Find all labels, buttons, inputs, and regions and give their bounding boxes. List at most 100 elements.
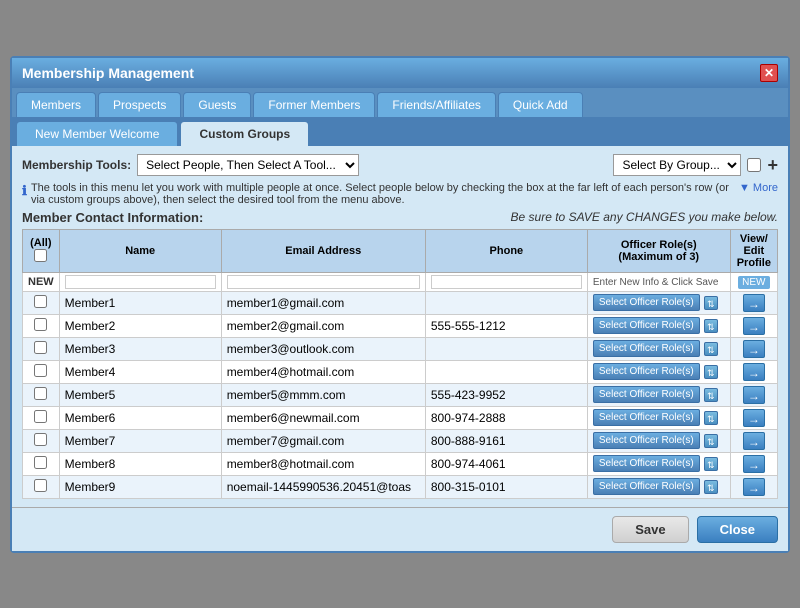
row-checkbox[interactable] <box>34 318 47 331</box>
new-phone-input[interactable] <box>431 275 582 289</box>
new-badge: NEW <box>738 276 769 289</box>
tab-members[interactable]: Members <box>16 92 96 117</box>
new-name-input-cell <box>59 272 221 291</box>
tab-prospects[interactable]: Prospects <box>98 92 181 117</box>
sort-icon[interactable]: ⇅ <box>704 480 718 494</box>
select-role-button[interactable]: Select Officer Role(s) <box>593 432 700 449</box>
table-row: Member2 member2@gmail.com 555-555-1212 S… <box>23 314 778 337</box>
member-name: Member2 <box>59 314 221 337</box>
view-profile-button[interactable]: → <box>743 294 765 312</box>
more-label: ▼ More <box>739 182 778 194</box>
member-role-cell: Select Officer Role(s) ⇅ <box>587 475 730 498</box>
select-role-button[interactable]: Select Officer Role(s) <box>593 455 700 472</box>
view-profile-button[interactable]: → <box>743 409 765 427</box>
info-text: The tools in this menu let you work with… <box>31 182 735 206</box>
row-checkbox[interactable] <box>34 295 47 308</box>
new-email-input[interactable] <box>227 275 420 289</box>
member-name: Member1 <box>59 291 221 314</box>
member-phone: 800-974-4061 <box>425 452 587 475</box>
select-role-button[interactable]: Select Officer Role(s) <box>593 386 700 403</box>
member-name: Member9 <box>59 475 221 498</box>
close-button[interactable]: Close <box>697 516 778 543</box>
sort-icon[interactable]: ⇅ <box>704 342 718 356</box>
view-profile-button[interactable]: → <box>743 363 765 381</box>
tab-friends-affiliates[interactable]: Friends/Affiliates <box>377 92 495 117</box>
view-profile-button[interactable]: → <box>743 432 765 450</box>
sort-icon[interactable]: ⇅ <box>704 411 718 425</box>
group-select[interactable]: Select By Group... <box>613 154 741 176</box>
select-role-button[interactable]: Select Officer Role(s) <box>593 409 700 426</box>
member-email: member6@newmail.com <box>221 406 425 429</box>
sort-icon[interactable]: ⇅ <box>704 296 718 310</box>
section-header-row: Member Contact Information: Be sure to S… <box>22 210 778 225</box>
tools-label: Membership Tools: <box>22 158 131 172</box>
th-name: Name <box>59 229 221 272</box>
sort-icon[interactable]: ⇅ <box>704 434 718 448</box>
select-role-button[interactable]: Select Officer Role(s) <box>593 317 700 334</box>
sort-icon[interactable]: ⇅ <box>704 457 718 471</box>
row-checkbox[interactable] <box>34 387 47 400</box>
member-role-cell: Select Officer Role(s) ⇅ <box>587 360 730 383</box>
group-checkbox[interactable] <box>747 158 761 172</box>
member-role-cell: Select Officer Role(s) ⇅ <box>587 429 730 452</box>
sort-icon[interactable]: ⇅ <box>704 388 718 402</box>
member-role-cell: Select Officer Role(s) ⇅ <box>587 383 730 406</box>
tab-guests[interactable]: Guests <box>183 92 251 117</box>
table-row: Member5 member5@mmm.com 555-423-9952 Sel… <box>23 383 778 406</box>
tab-new-member-welcome[interactable]: New Member Welcome <box>16 121 178 146</box>
member-name: Member4 <box>59 360 221 383</box>
member-role-cell: Select Officer Role(s) ⇅ <box>587 452 730 475</box>
row-checkbox[interactable] <box>34 433 47 446</box>
member-phone <box>425 291 587 314</box>
member-email: member5@mmm.com <box>221 383 425 406</box>
select-all-checkbox[interactable] <box>34 249 47 262</box>
select-role-button[interactable]: Select Officer Role(s) <box>593 340 700 357</box>
member-role-cell: Select Officer Role(s) ⇅ <box>587 337 730 360</box>
new-name-input[interactable] <box>65 275 216 289</box>
modal-body: Members Prospects Guests Former Members … <box>12 88 788 551</box>
table-row: Member3 member3@outlook.com Select Offic… <box>23 337 778 360</box>
member-phone: 800-315-0101 <box>425 475 587 498</box>
view-profile-button[interactable]: → <box>743 455 765 473</box>
view-profile-button[interactable]: → <box>743 340 765 358</box>
info-row: ℹ The tools in this menu let you work wi… <box>22 182 778 206</box>
select-role-button[interactable]: Select Officer Role(s) <box>593 478 700 495</box>
more-link[interactable]: ▼ More <box>739 182 778 194</box>
member-email: noemail-1445990536.20451@toas <box>221 475 425 498</box>
tools-select[interactable]: Select People, Then Select A Tool... <box>137 154 359 176</box>
th-officer-role: Officer Role(s)(Maximum of 3) <box>587 229 730 272</box>
tab-quick-add[interactable]: Quick Add <box>498 92 583 117</box>
save-button[interactable]: Save <box>612 516 688 543</box>
row-checkbox[interactable] <box>34 456 47 469</box>
tab-former-members[interactable]: Former Members <box>253 92 375 117</box>
row-checkbox[interactable] <box>34 410 47 423</box>
table-row: Member1 member1@gmail.com Select Officer… <box>23 291 778 314</box>
table-row: Member8 member8@hotmail.com 800-974-4061… <box>23 452 778 475</box>
member-email: member7@gmail.com <box>221 429 425 452</box>
member-table: (All) Name Email Address Phone Officer R… <box>22 229 778 499</box>
view-profile-button[interactable]: → <box>743 386 765 404</box>
member-name: Member3 <box>59 337 221 360</box>
row-checkbox[interactable] <box>34 479 47 492</box>
row-checkbox[interactable] <box>34 341 47 354</box>
modal-close-button[interactable]: ✕ <box>760 64 778 82</box>
select-role-button[interactable]: Select Officer Role(s) <box>593 294 700 311</box>
tools-row: Membership Tools: Select People, Then Se… <box>22 154 778 176</box>
th-phone: Phone <box>425 229 587 272</box>
add-group-button[interactable]: + <box>767 156 778 174</box>
sort-icon[interactable]: ⇅ <box>704 365 718 379</box>
view-profile-button[interactable]: → <box>743 478 765 496</box>
view-profile-button[interactable]: → <box>743 317 765 335</box>
select-role-button[interactable]: Select Officer Role(s) <box>593 363 700 380</box>
new-label-cell: NEW <box>23 272 60 291</box>
save-reminder: Be sure to SAVE any CHANGES you make bel… <box>511 210 778 224</box>
member-name: Member8 <box>59 452 221 475</box>
member-email: member3@outlook.com <box>221 337 425 360</box>
row-checkbox[interactable] <box>34 364 47 377</box>
member-phone: 800-888-9161 <box>425 429 587 452</box>
sort-icon[interactable]: ⇅ <box>704 319 718 333</box>
tab-custom-groups[interactable]: Custom Groups <box>180 121 309 146</box>
member-phone <box>425 360 587 383</box>
member-phone <box>425 337 587 360</box>
content-area: Membership Tools: Select People, Then Se… <box>12 146 788 507</box>
